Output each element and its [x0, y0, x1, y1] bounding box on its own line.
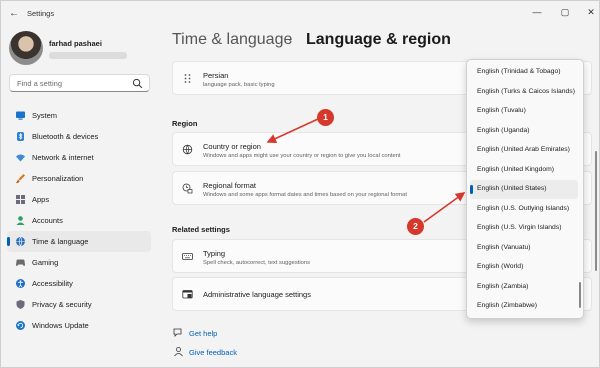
annotation-arrows	[266, 118, 466, 223]
annotation-badge-1: 1	[317, 109, 334, 126]
annotation-arrow-1	[266, 118, 319, 144]
annotation-badge-2: 2	[407, 218, 424, 235]
annotation-arrow-2	[423, 192, 466, 223]
settings-window: ← Settings — ▢ ✕ farhad pashaei Find a s…	[0, 0, 600, 368]
